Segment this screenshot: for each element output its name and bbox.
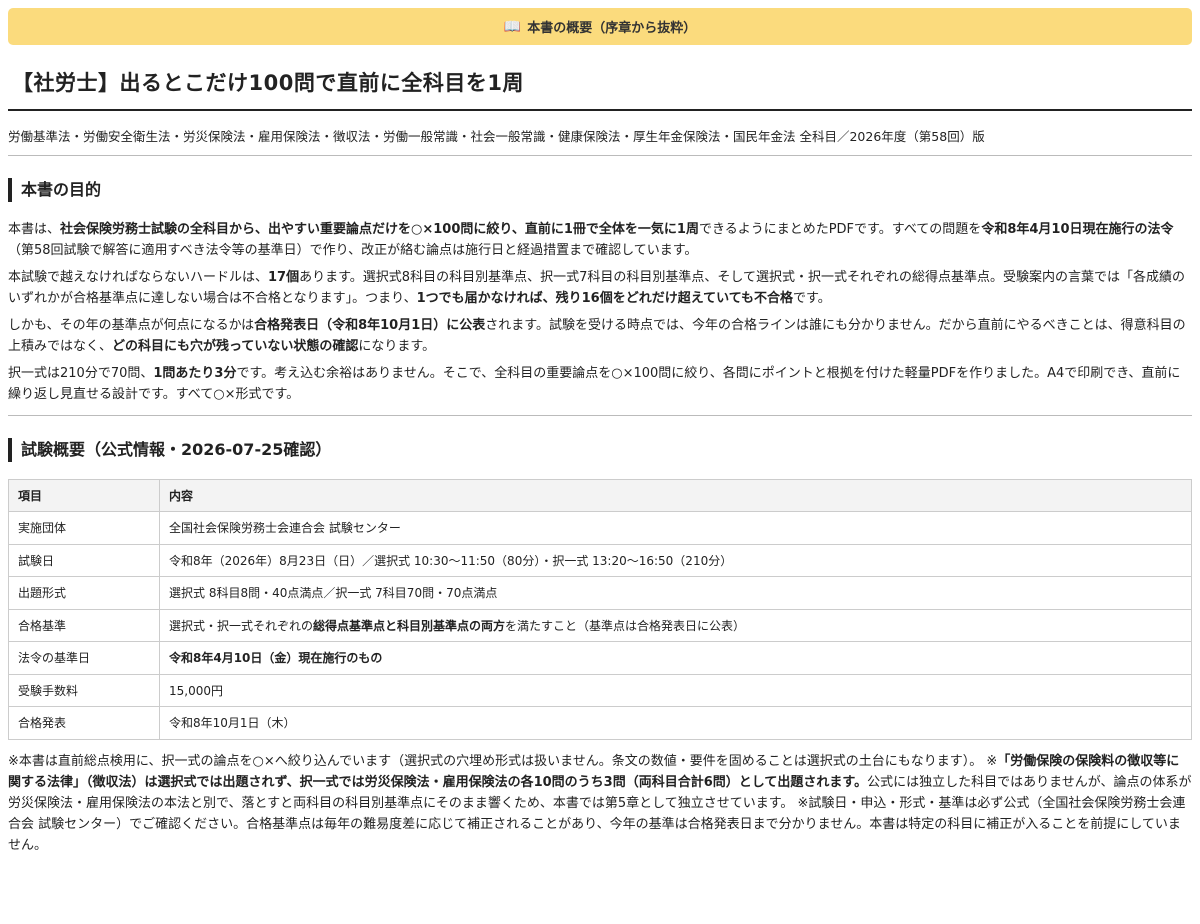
table-row: 受験手数料 15,000円 (8, 673, 1192, 707)
row-value: 15,000円 (159, 673, 1192, 707)
table-row: 出題形式 選択式 8科目8問・40点満点／択一式 7科目70問・70点満点 (8, 576, 1192, 610)
row-value: 選択式 8科目8問・40点満点／択一式 7科目70問・70点満点 (159, 576, 1192, 610)
row-key: 試験日 (8, 543, 160, 577)
banner-text: 本書の概要（序章から抜粋） (527, 21, 697, 36)
row-value: 令和8年10月1日（木） (159, 706, 1192, 740)
text-segment: 令和8年10月1日（木） (169, 716, 296, 731)
table-row: 合格基準 選択式・択一式それぞれの総得点基準点と科目別基準点の両方を満たすこと（… (8, 608, 1192, 642)
column-header-item: 項目 (8, 478, 160, 512)
purpose-paragraph-4: 択一式は210分で70問、1問あたり3分です。考え込む余裕はありません。そこで、… (8, 364, 1192, 405)
emphasized-text: 合格発表日（令和8年10月1日）に公表 (254, 318, 486, 334)
text-segment: 選択式・択一式それぞれの (169, 618, 314, 633)
text-segment: 選択式 8科目8問・40点満点／択一式 7科目70問・70点満点 (169, 586, 498, 601)
table-row: 実施団体 全国社会保険労務士会連合会 試験センター (8, 511, 1192, 545)
emphasized-text: 総得点基準点と科目別基準点の両方 (313, 618, 506, 633)
text-segment: 令和8年（2026年）8月23日（日）／選択式 10:30〜11:50（80分）… (169, 553, 733, 568)
exam-heading: 試験概要（公式情報・2026-07-25確認） (8, 437, 1192, 462)
text-segment: になります。 (358, 338, 436, 354)
subject-list: 労働基準法・労働安全衛生法・労災保険法・雇用保険法・徴収法・労働一般常識・社会一… (8, 129, 1192, 157)
table-row: 合格発表 令和8年10月1日（木） (8, 706, 1192, 740)
purpose-paragraph-2: 本試験で越えなければならないハードルは、17個あります。選択式8科目の科目別基準… (8, 268, 1192, 309)
text-segment: です。 (793, 290, 831, 306)
text-segment: 択一式は210分で70問、 (8, 366, 154, 382)
purpose-heading: 本書の目的 (8, 178, 1192, 203)
row-key: 出題形式 (8, 576, 160, 610)
emphasized-text: どの科目にも穴が残っていない状態の確認 (112, 338, 359, 354)
emphasized-text: 令和8年4月10日現在施行の法令 (981, 222, 1174, 238)
footnotes: ※本書は直前総点検用に、択一式の論点を○×へ絞り込んでいます（選択式の穴埋め形式… (8, 751, 1192, 856)
text-segment: を満たすこと（基準点は合格発表日に公表） (505, 618, 746, 633)
text-segment: ※本書は直前総点検用に、択一式の論点を○×へ絞り込んでいます（選択式の穴埋め形式… (8, 753, 998, 769)
table-row: 法令の基準日 令和8年4月10日（金）現在施行のもの (8, 641, 1192, 675)
purpose-paragraph-1: 本書は、社会保険労務士試験の全科目から、出やすい重要論点だけを○×100問に絞り… (8, 220, 1192, 261)
exam-section: 試験概要（公式情報・2026-07-25確認） 項目 内容 実施団体 全国社会保… (8, 437, 1192, 740)
exam-table: 項目 内容 実施団体 全国社会保険労務士会連合会 試験センター 試験日 令和8年… (8, 478, 1192, 740)
open-book-icon: 📖 (503, 18, 522, 35)
emphasized-text: 1つでも届かなければ、残り16個をどれだけ超えていても不合格 (416, 290, 794, 306)
table-row: 試験日 令和8年（2026年）8月23日（日）／選択式 10:30〜11:50（… (8, 543, 1192, 577)
text-segment: 全国社会保険労務士会連合会 試験センター (169, 521, 401, 536)
summary-banner: 📖 本書の概要（序章から抜粋） (8, 8, 1192, 45)
text-segment: （第58回試験で解答に適用すべき法令等の基準日）で作り、改正が絡む論点は施行日と… (8, 242, 698, 258)
row-value: 全国社会保険労務士会連合会 試験センター (159, 511, 1192, 545)
emphasized-text: 令和8年4月10日（金）現在施行のもの (169, 651, 383, 666)
emphasized-text: 17個 (268, 270, 300, 286)
row-value: 選択式・択一式それぞれの総得点基準点と科目別基準点の両方を満たすこと（基準点は合… (159, 608, 1192, 642)
text-segment: 本試験で越えなければならないハードルは、 (8, 270, 269, 286)
table-header-row: 項目 内容 (8, 478, 1192, 512)
text-segment: 15,000円 (169, 683, 223, 698)
row-key: 合格発表 (8, 706, 160, 740)
row-value: 令和8年4月10日（金）現在施行のもの (159, 641, 1192, 675)
text-segment: できるようにまとめたPDFです。すべての問題を (698, 222, 982, 238)
purpose-section: 本書の目的 本書は、社会保険労務士試験の全科目から、出やすい重要論点だけを○×1… (8, 178, 1192, 416)
row-key: 法令の基準日 (8, 641, 160, 675)
page: 📖 本書の概要（序章から抜粋） 【社労士】出るとこだけ100問で直前に全科目を1… (0, 0, 1200, 856)
row-key: 合格基準 (8, 608, 160, 642)
row-key: 受験手数料 (8, 673, 160, 707)
row-value: 令和8年（2026年）8月23日（日）／選択式 10:30〜11:50（80分）… (159, 543, 1192, 577)
purpose-paragraph-3: しかも、その年の基準点が何点になるかは合格発表日（令和8年10月1日）に公表され… (8, 316, 1192, 357)
purpose-body: 本書は、社会保険労務士試験の全科目から、出やすい重要論点だけを○×100問に絞り… (8, 220, 1192, 405)
text-segment: しかも、その年の基準点が何点になるかは (8, 318, 255, 334)
emphasized-text: 1問あたり3分 (153, 366, 237, 382)
emphasized-text: 社会保険労務士試験の全科目から、出やすい重要論点だけを○×100問に絞り、直前に… (60, 222, 699, 238)
row-key: 実施団体 (8, 511, 160, 545)
section-divider (8, 414, 1192, 416)
column-header-content: 内容 (159, 478, 1192, 512)
text-segment: 本書は、 (8, 222, 61, 238)
page-title: 【社労士】出るとこだけ100問で直前に全科目を1周 (8, 67, 1192, 111)
